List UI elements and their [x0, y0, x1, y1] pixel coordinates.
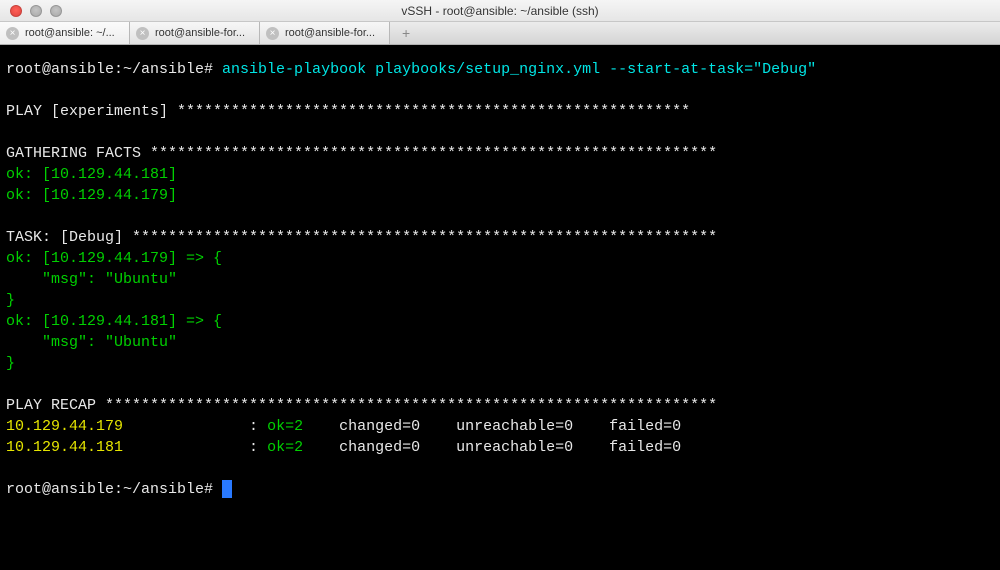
close-icon[interactable]: × [136, 27, 149, 40]
tab-label: root@ansible-for... [285, 27, 375, 39]
ok-line: ok: [10.129.44.179] [6, 185, 994, 206]
recap-rest: changed=0 unreachable=0 failed=0 [330, 439, 708, 456]
tab-session-2[interactable]: × root@ansible-for... [130, 22, 260, 44]
debug-output: "msg": "Ubuntu" [6, 269, 994, 290]
recap-separator: : [123, 418, 267, 435]
debug-output: ok: [10.129.44.181] => { [6, 311, 994, 332]
minimize-window-button[interactable] [30, 5, 42, 17]
traffic-lights [0, 5, 62, 17]
command-text: ansible-playbook playbooks/setup_nginx.y… [222, 61, 816, 78]
debug-output: "msg": "Ubuntu" [6, 332, 994, 353]
gathering-facts-stars: ****************************************… [150, 145, 717, 162]
recap-host: 10.129.44.179 [6, 418, 123, 435]
recap-label: PLAY RECAP [6, 397, 105, 414]
tab-label: root@ansible: ~/... [25, 27, 115, 39]
plus-icon: + [402, 25, 410, 41]
cursor [222, 480, 232, 498]
recap-ok: ok=2 [267, 418, 330, 435]
recap-separator: : [123, 439, 267, 456]
close-icon[interactable]: × [6, 27, 19, 40]
recap-ok: ok=2 [267, 439, 330, 456]
maximize-window-button[interactable] [50, 5, 62, 17]
ok-line: ok: [10.129.44.181] [6, 164, 994, 185]
recap-rest: changed=0 unreachable=0 failed=0 [330, 418, 708, 435]
tab-session-1[interactable]: × root@ansible: ~/... [0, 22, 130, 44]
task-stars: ****************************************… [132, 229, 717, 246]
debug-output: } [6, 290, 994, 311]
add-tab-button[interactable]: + [390, 22, 422, 44]
tab-label: root@ansible-for... [155, 27, 245, 39]
play-header-label: PLAY [experiments] [6, 103, 177, 120]
close-window-button[interactable] [10, 5, 22, 17]
titlebar: vSSH - root@ansible: ~/ansible (ssh) [0, 0, 1000, 22]
window-title: vSSH - root@ansible: ~/ansible (ssh) [0, 4, 1000, 18]
recap-stars: ****************************************… [105, 397, 717, 414]
close-icon[interactable]: × [266, 27, 279, 40]
task-label: TASK: [Debug] [6, 229, 132, 246]
gathering-facts-label: GATHERING FACTS [6, 145, 150, 162]
tab-bar: × root@ansible: ~/... × root@ansible-for… [0, 22, 1000, 45]
terminal[interactable]: root@ansible:~/ansible# ansible-playbook… [0, 45, 1000, 570]
recap-host: 10.129.44.181 [6, 439, 123, 456]
debug-output: } [6, 353, 994, 374]
tab-session-3[interactable]: × root@ansible-for... [260, 22, 390, 44]
prompt: root@ansible:~/ansible# [6, 61, 222, 78]
play-header-stars: ****************************************… [177, 103, 690, 120]
debug-output: ok: [10.129.44.179] => { [6, 248, 994, 269]
prompt: root@ansible:~/ansible# [6, 481, 222, 498]
